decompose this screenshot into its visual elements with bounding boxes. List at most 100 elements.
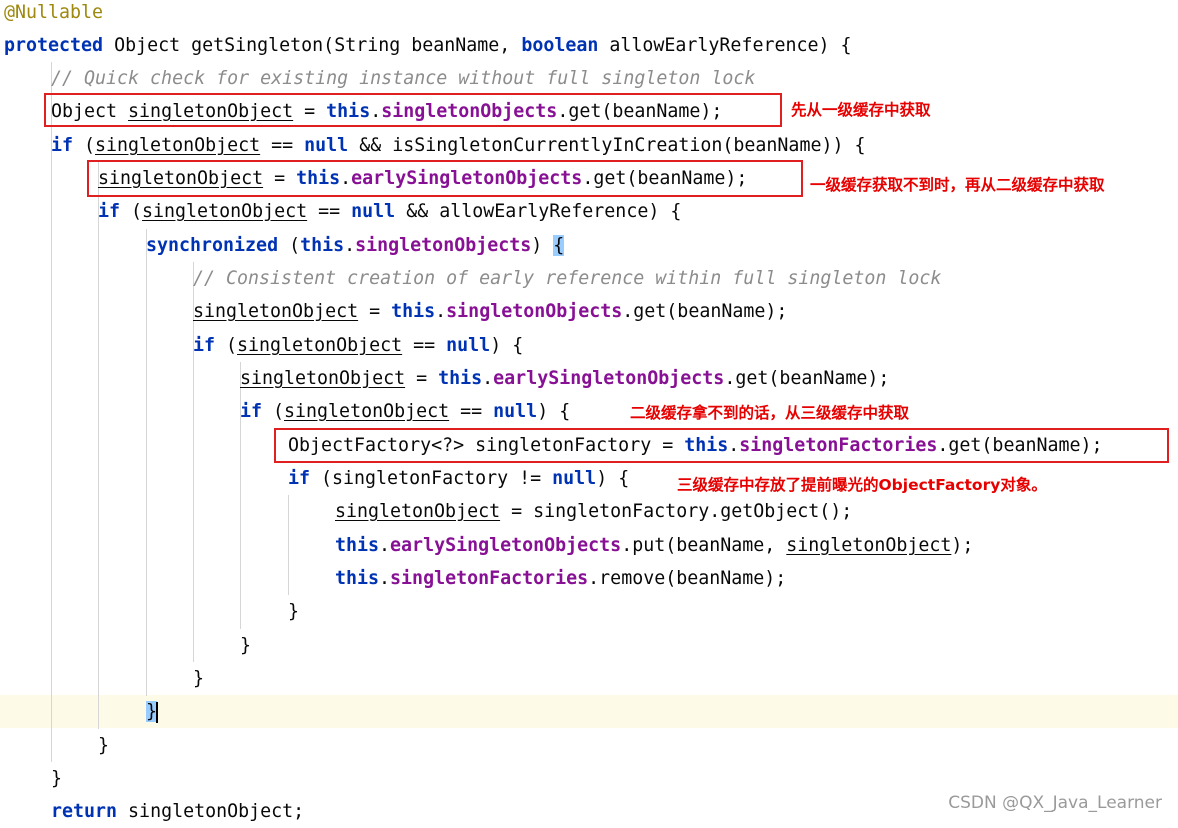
code-line-12: singletonObject = this.earlySingletonObj…	[240, 362, 889, 395]
code-line-18: this.singletonFactories.remove(beanName)…	[335, 562, 786, 595]
caret-line-highlight	[0, 695, 1178, 728]
comment: // Quick check for existing instance wit…	[51, 68, 756, 89]
code-text: (singletonFactory !=	[310, 468, 553, 489]
note-third-level: 二级缓存拿不到的话，从三级缓存中获取	[630, 404, 910, 422]
field: earlySingletonObjects	[493, 368, 725, 389]
code-line-9: // Consistent creation of early referenc…	[193, 262, 941, 295]
code-line-8: synchronized (this.singletonObjects) {	[146, 229, 565, 262]
code-text: (	[73, 135, 96, 156]
field: singletonFactories	[390, 568, 589, 589]
keyword: this	[438, 368, 483, 389]
code-line-2: protected Object getSingleton(String bea…	[4, 29, 852, 62]
code-line-16: singletonObject = singletonFactory.getOb…	[335, 495, 852, 528]
keyword: null	[493, 401, 538, 422]
highlight-box-first-level-cache	[44, 93, 782, 127]
code-text: ) {	[490, 335, 524, 356]
keyword: if	[240, 401, 263, 422]
variable: singletonObject	[240, 368, 406, 389]
variable: singletonObject	[237, 335, 403, 356]
indent-guide	[146, 229, 147, 696]
code-line-25: return singletonObject;	[51, 795, 304, 828]
code-text: ==	[449, 401, 494, 422]
keyword: null	[552, 468, 597, 489]
code-text: =	[358, 301, 392, 322]
keyword: boolean	[521, 35, 599, 56]
code-text: ==	[260, 135, 305, 156]
code-line-17: this.earlySingletonObjects.put(beanName,…	[335, 529, 973, 562]
code-line-10: singletonObject = this.singletonObjects.…	[193, 295, 787, 328]
field: earlySingletonObjects	[390, 535, 622, 556]
closing-brace: }	[98, 735, 110, 756]
code-text: && isSingletonCurrentlyInCreation(beanNa…	[348, 135, 866, 156]
code-text: .put(beanName,	[621, 535, 787, 556]
keyword: null	[446, 335, 491, 356]
code-line-15: if (singletonFactory != null) {	[288, 462, 629, 495]
keyword: if	[288, 468, 311, 489]
keyword: this	[335, 568, 380, 589]
code-text: .	[482, 368, 494, 389]
code-text: ) {	[596, 468, 630, 489]
highlight-box-third-level-cache	[274, 428, 1169, 463]
code-text: (	[278, 235, 301, 256]
variable: singletonObject	[95, 135, 261, 156]
field: singletonObjects	[355, 235, 532, 256]
code-line-5: if (singletonObject == null && isSinglet…	[51, 129, 865, 162]
code-text: .	[379, 568, 391, 589]
variable: singletonObject	[786, 535, 952, 556]
code-line-19: }	[288, 595, 299, 628]
keyword: if	[98, 201, 121, 222]
note-object-factory: 三级缓存中存放了提前曝光的ObjectFactory对象。	[677, 476, 1047, 494]
variable: singletonObject	[284, 401, 450, 422]
code-text: Object getSingleton(String beanName,	[103, 35, 522, 56]
watermark: CSDN @QX_Java_Learner	[948, 793, 1162, 813]
code-text: .	[344, 235, 356, 256]
keyword: null	[351, 201, 396, 222]
keyword: synchronized	[146, 235, 279, 256]
text-caret	[156, 701, 159, 723]
code-text: .remove(beanName);	[588, 568, 787, 589]
code-text: .	[379, 535, 391, 556]
code-text: && allowEarlyReference) {	[395, 201, 682, 222]
keyword: this	[391, 301, 436, 322]
comment: // Consistent creation of early referenc…	[193, 268, 942, 289]
keyword: if	[51, 135, 74, 156]
matched-brace: {	[553, 235, 565, 256]
indent-guide	[288, 495, 289, 595]
code-text: (	[120, 201, 143, 222]
closing-brace: }	[240, 635, 252, 656]
code-line-11: if (singletonObject == null) {	[193, 329, 523, 362]
indent-guide	[98, 162, 99, 729]
code-text: (	[215, 335, 238, 356]
code-text: = singletonFactory.getObject();	[500, 501, 853, 522]
keyword: protected	[4, 35, 104, 56]
code-line-3: // Quick check for existing instance wit…	[51, 62, 755, 95]
code-text: ==	[402, 335, 447, 356]
field: singletonObjects	[446, 301, 623, 322]
keyword: null	[304, 135, 349, 156]
code-text: allowEarlyReference) {	[598, 35, 852, 56]
code-line-1: @Nullable	[4, 0, 103, 29]
note-first-level: 先从一级缓存中获取	[791, 101, 931, 119]
code-line-22: }	[146, 695, 159, 728]
variable: singletonObject	[335, 501, 501, 522]
note-second-level: 一级缓存获取不到时，再从二级缓存中获取	[810, 176, 1105, 194]
code-text: .get(beanName);	[622, 301, 788, 322]
code-text: ==	[307, 201, 352, 222]
code-text: (	[262, 401, 285, 422]
code-line-24: }	[51, 762, 62, 795]
code-text: .get(beanName);	[724, 368, 890, 389]
code-line-20: }	[240, 629, 251, 662]
code-text: ) {	[537, 401, 571, 422]
code-text: =	[405, 368, 439, 389]
variable: singletonObject	[142, 201, 308, 222]
annotation-token: @Nullable	[4, 2, 104, 23]
highlight-box-second-level-cache	[87, 160, 803, 197]
code-line-7: if (singletonObject == null && allowEarl…	[98, 195, 681, 228]
closing-brace: }	[51, 768, 63, 789]
closing-brace: }	[193, 668, 205, 689]
indent-guide	[51, 62, 52, 762]
keyword: this	[300, 235, 345, 256]
closing-brace: }	[288, 601, 300, 622]
variable: singletonObject	[193, 301, 359, 322]
code-text: );	[951, 535, 974, 556]
